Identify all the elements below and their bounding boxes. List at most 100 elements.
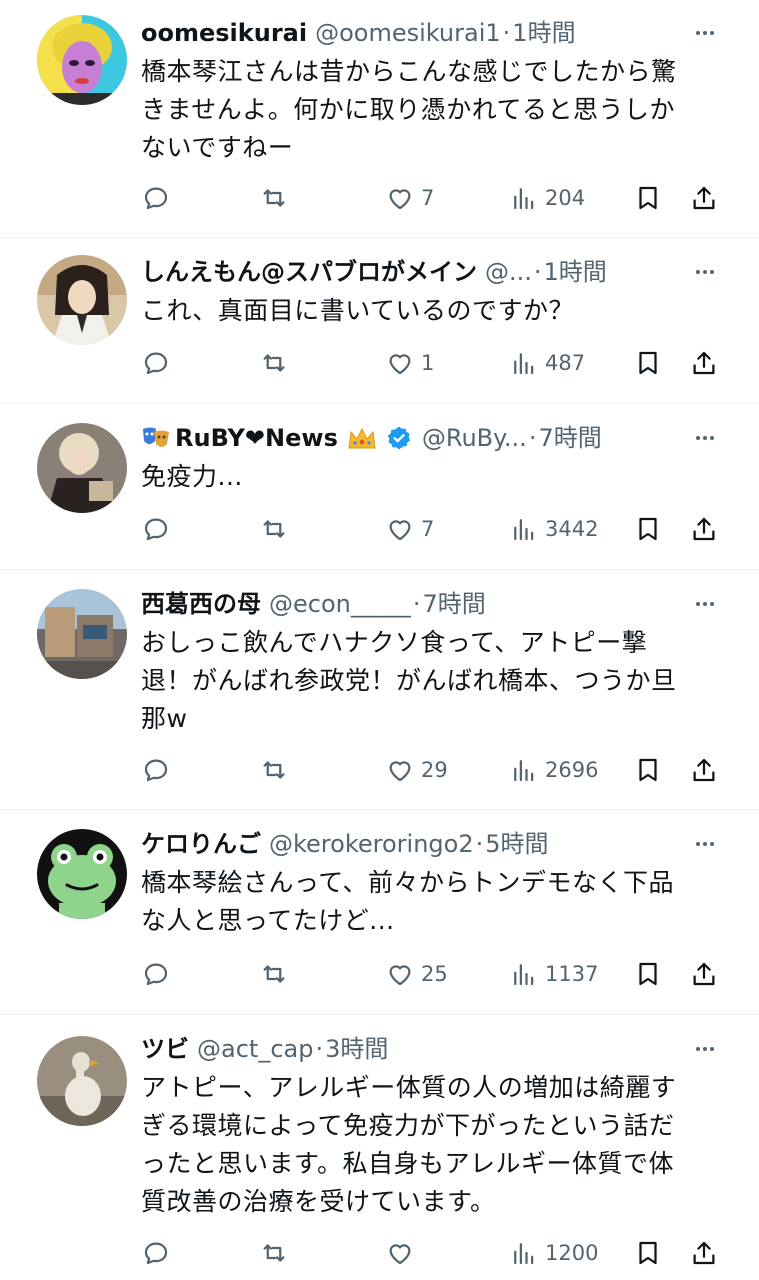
view-count: 487 bbox=[545, 351, 586, 375]
views-button[interactable]: 3442 bbox=[509, 509, 598, 549]
retweet-button[interactable] bbox=[259, 178, 289, 218]
heart-icon bbox=[389, 761, 411, 782]
retweet-button[interactable] bbox=[259, 954, 289, 994]
user-handle[interactable]: @kerokeroringo2 bbox=[269, 826, 474, 862]
retweet-button[interactable] bbox=[259, 750, 289, 790]
bookmark-button[interactable] bbox=[633, 178, 663, 218]
retweet-icon bbox=[263, 761, 285, 779]
crown-icon bbox=[346, 424, 378, 452]
more-options-icon[interactable] bbox=[687, 586, 723, 622]
display-name[interactable]: しんえもん@スパブロがメイン bbox=[141, 254, 477, 290]
reply-button[interactable] bbox=[141, 954, 171, 994]
reply-button[interactable] bbox=[141, 178, 171, 218]
tweet[interactable]: しんえもん@スパブロがメイン @... · 1時間 これ、真面目に書いているので… bbox=[0, 239, 759, 404]
like-button[interactable] bbox=[385, 1233, 421, 1273]
bookmark-icon bbox=[639, 186, 657, 210]
tweet-actions: 1200 bbox=[141, 1233, 727, 1273]
timestamp[interactable]: 1時間 bbox=[512, 15, 575, 51]
user-handle[interactable]: @act_cap bbox=[197, 1031, 313, 1067]
bookmark-button[interactable] bbox=[633, 750, 663, 790]
view-count: 1137 bbox=[545, 962, 599, 986]
share-button[interactable] bbox=[689, 343, 719, 383]
share-button[interactable] bbox=[689, 178, 719, 218]
like-button[interactable]: 7 bbox=[385, 178, 434, 218]
like-count: 25 bbox=[421, 962, 448, 986]
like-button[interactable]: 29 bbox=[385, 750, 448, 790]
timestamp[interactable]: 1時間 bbox=[544, 254, 607, 290]
heart-icon bbox=[389, 965, 411, 986]
like-button[interactable]: 1 bbox=[385, 343, 434, 383]
share-icon bbox=[693, 1241, 715, 1265]
reply-button[interactable] bbox=[141, 343, 171, 383]
timestamp[interactable]: 5時間 bbox=[485, 826, 548, 862]
bookmark-icon bbox=[639, 758, 657, 782]
more-options-icon[interactable] bbox=[687, 15, 723, 51]
tweet-actions: 25 1137 bbox=[141, 954, 727, 994]
share-button[interactable] bbox=[689, 1233, 719, 1273]
user-handle[interactable]: @... bbox=[485, 254, 532, 290]
display-name[interactable]: ツビ bbox=[141, 1031, 189, 1067]
tweet-actions: 7 204 bbox=[141, 178, 727, 218]
timestamp[interactable]: 3時間 bbox=[325, 1031, 388, 1067]
retweet-icon bbox=[263, 354, 285, 372]
reply-button[interactable] bbox=[141, 509, 171, 549]
bookmark-icon bbox=[639, 517, 657, 541]
view-count: 204 bbox=[545, 186, 586, 210]
analytics-icon bbox=[514, 353, 534, 375]
avatar[interactable] bbox=[37, 1036, 127, 1126]
display-name[interactable]: RuBY❤News bbox=[175, 420, 338, 456]
tweet-text: おしっこ飲んでハナクソ食って、アトピー撃 退！がんばれ参政党！がんばれ橋本、つう… bbox=[141, 628, 677, 733]
user-handle[interactable]: @oomesikurai1 bbox=[315, 15, 501, 51]
bookmark-button[interactable] bbox=[633, 1233, 663, 1273]
views-button[interactable]: 487 bbox=[509, 343, 585, 383]
more-options-icon[interactable] bbox=[687, 420, 723, 456]
more-options-icon[interactable] bbox=[687, 1031, 723, 1067]
share-button[interactable] bbox=[689, 750, 719, 790]
retweet-icon bbox=[263, 520, 285, 538]
analytics-icon bbox=[514, 188, 534, 210]
avatar[interactable] bbox=[37, 255, 127, 345]
share-button[interactable] bbox=[689, 509, 719, 549]
retweet-button[interactable] bbox=[259, 509, 289, 549]
tweet[interactable]: RuBY❤News @RuBy... · 7時間 免疫力... 7 3442 bbox=[0, 405, 759, 570]
retweet-button[interactable] bbox=[259, 343, 289, 383]
display-name[interactable]: ケロりんご bbox=[141, 826, 261, 862]
like-count: 7 bbox=[421, 517, 435, 541]
avatar[interactable] bbox=[37, 829, 127, 919]
display-name[interactable]: oomesikurai bbox=[141, 15, 307, 51]
reply-icon bbox=[144, 963, 168, 986]
user-handle[interactable]: @RuBy... bbox=[422, 420, 527, 456]
reply-button[interactable] bbox=[141, 750, 171, 790]
timestamp[interactable]: 7時間 bbox=[423, 586, 486, 622]
bookmark-button[interactable] bbox=[633, 509, 663, 549]
retweet-button[interactable] bbox=[259, 1233, 289, 1273]
more-options-icon[interactable] bbox=[687, 254, 723, 290]
verified-badge-icon bbox=[386, 425, 412, 451]
reply-button[interactable] bbox=[141, 1233, 171, 1273]
tweet[interactable]: ケロりんご @kerokeroringo2 · 5時間 橋本琴絵さんって、前々か… bbox=[0, 811, 759, 1015]
views-button[interactable]: 1200 bbox=[509, 1233, 598, 1273]
bookmark-button[interactable] bbox=[633, 954, 663, 994]
like-count: 1 bbox=[421, 351, 435, 375]
tweet[interactable]: oomesikurai @oomesikurai1 · 1時間 橋本琴江さんは昔… bbox=[0, 0, 759, 238]
bookmark-icon bbox=[639, 351, 657, 375]
tweet[interactable]: ツビ @act_cap · 3時間 アトピー、アレルギー体質の人の増加は綺麗す … bbox=[0, 1016, 759, 1280]
heart-icon bbox=[389, 189, 411, 210]
like-button[interactable]: 7 bbox=[385, 509, 434, 549]
avatar[interactable] bbox=[37, 589, 127, 679]
display-name[interactable]: 西葛西の母 bbox=[141, 586, 261, 622]
avatar[interactable] bbox=[37, 15, 127, 105]
user-handle[interactable]: @econ_____ bbox=[269, 586, 411, 622]
views-button[interactable]: 1137 bbox=[509, 954, 598, 994]
like-button[interactable]: 25 bbox=[385, 954, 448, 994]
tweet[interactable]: 西葛西の母 @econ_____ · 7時間 おしっこ飲んでハナクソ食って、アト… bbox=[0, 571, 759, 810]
views-button[interactable]: 2696 bbox=[509, 750, 598, 790]
avatar[interactable] bbox=[37, 423, 127, 513]
share-button[interactable] bbox=[689, 954, 719, 994]
views-button[interactable]: 204 bbox=[509, 178, 585, 218]
reply-icon bbox=[144, 1242, 168, 1265]
timestamp[interactable]: 7時間 bbox=[538, 420, 601, 456]
analytics-icon bbox=[514, 760, 534, 782]
bookmark-button[interactable] bbox=[633, 343, 663, 383]
more-options-icon[interactable] bbox=[687, 826, 723, 862]
